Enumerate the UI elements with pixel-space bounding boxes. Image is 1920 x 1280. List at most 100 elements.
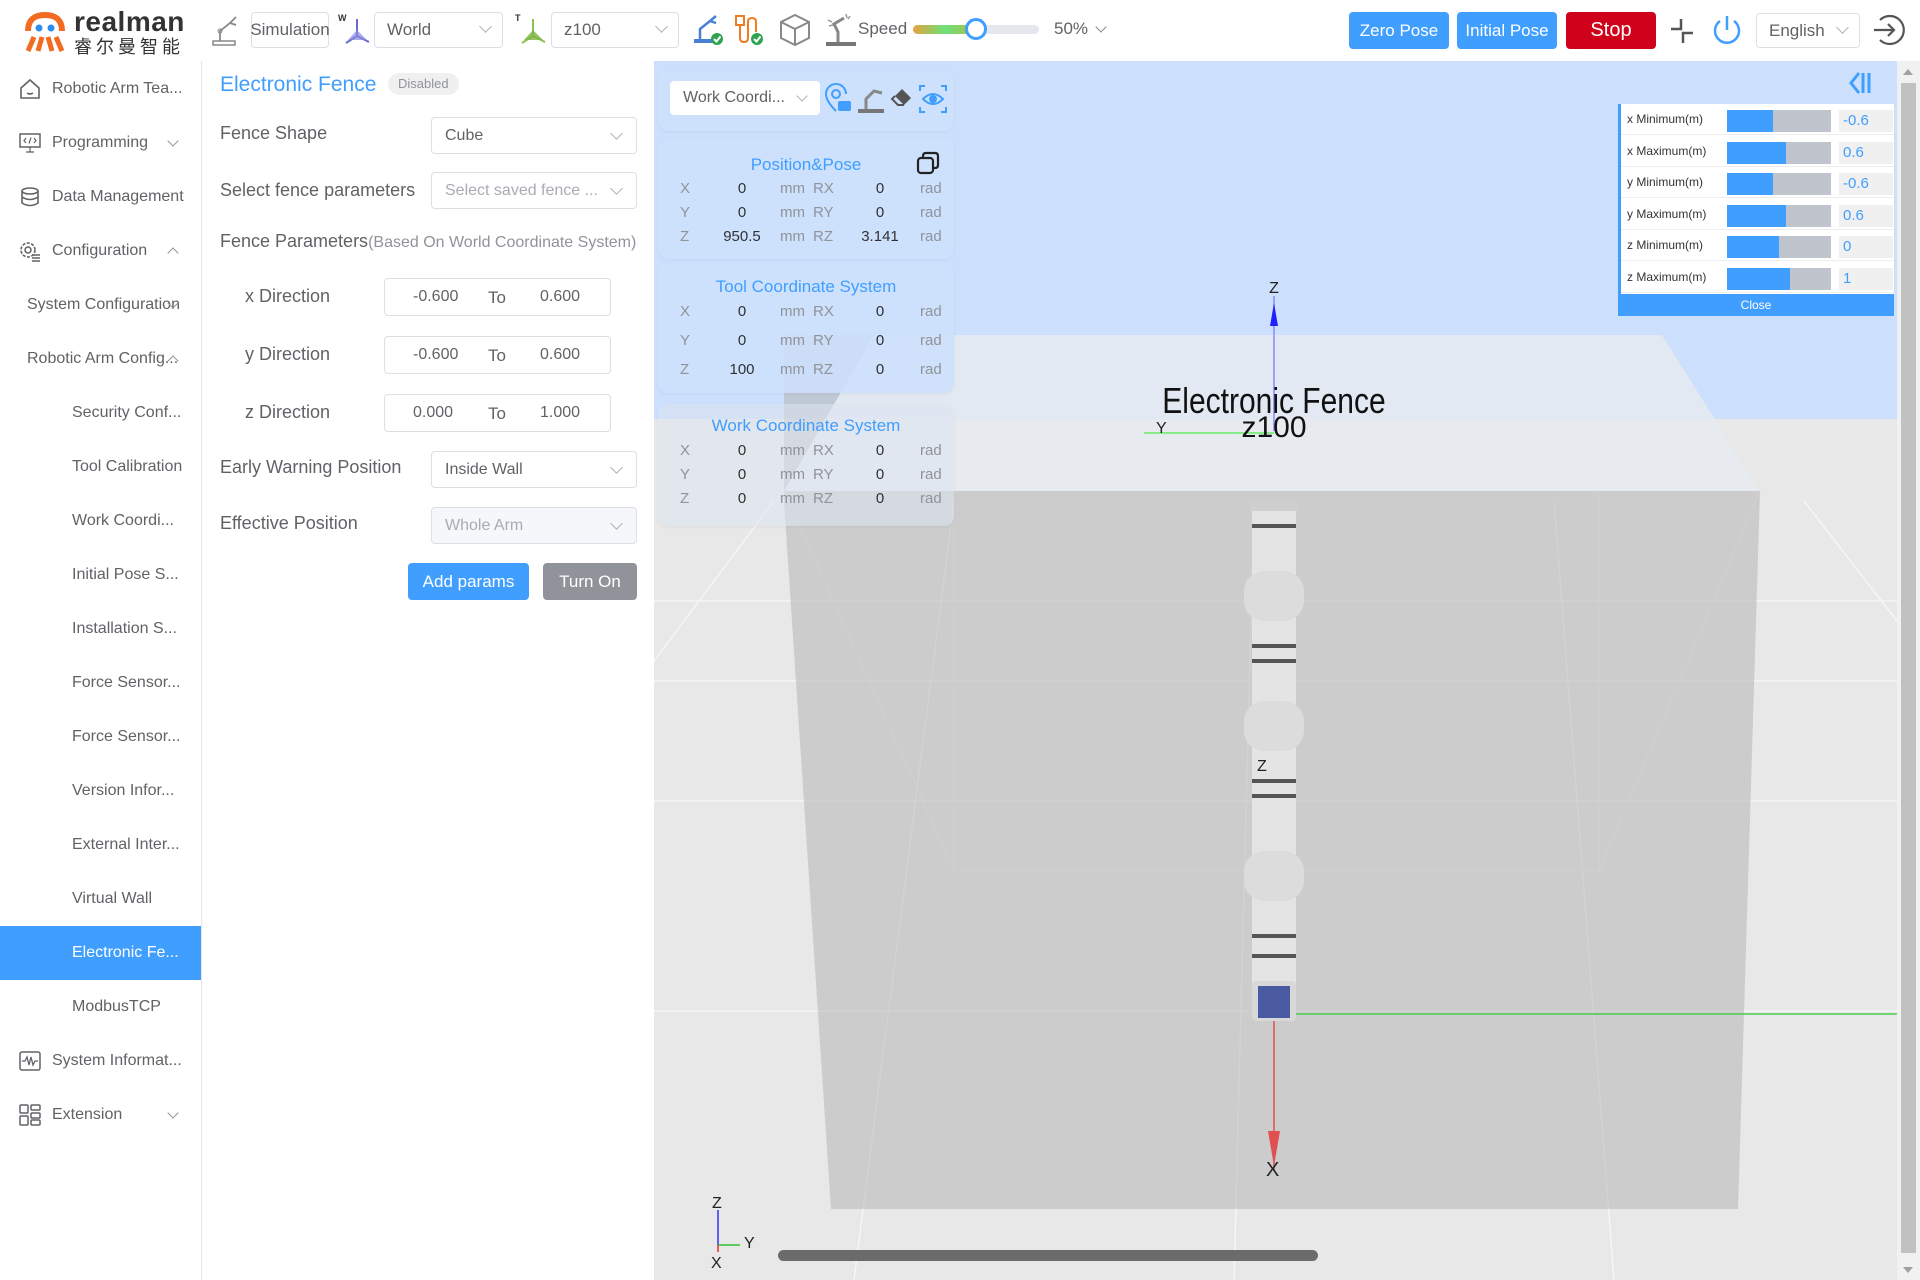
sidebar-item[interactable]: Work Coordi... [0,494,201,548]
sidebar-item[interactable]: Force Sensor... [0,710,201,764]
sidebar-item[interactable]: System Informat... [0,1034,201,1088]
realman-logo-icon [25,11,65,52]
range-min-value[interactable]: 0.000 [413,404,453,422]
sidebar-item[interactable]: Initial Pose S... [0,548,201,602]
speed-dropdown-chevron-icon[interactable] [1095,21,1107,33]
coord-raxis: RZ [813,228,833,245]
direction-range-input[interactable]: -0.600 To 0.600 [384,336,611,374]
turn-on-button[interactable]: Turn On [543,563,637,600]
range-max-value[interactable]: 0.600 [540,288,580,306]
eraser-icon[interactable] [890,85,914,111]
sidebar-item[interactable]: Extension [0,1088,201,1142]
speed-slider-handle[interactable] [965,18,987,40]
fence-shape-select[interactable]: Cube [431,117,637,154]
fence-bound-value[interactable]: 0.6 [1839,204,1893,227]
sidebar-item[interactable]: Virtual Wall [0,872,201,926]
range-max-value[interactable]: 1.000 [540,404,580,422]
coord-system-select[interactable]: Work Coordi... [670,81,820,115]
sidebar-item[interactable]: Programming [0,116,201,170]
fence-bound-value[interactable]: 0 [1839,236,1893,258]
cube-view-icon[interactable] [778,12,812,48]
sidebar-item-label: Force Sensor... [72,674,181,691]
sidebar-item[interactable]: Robotic Arm Config... [0,332,201,386]
power-icon[interactable] [1710,12,1744,48]
app-root: realman 睿尔曼智能 Simulation W World T z100 [0,0,1920,1280]
tool-coord-card: Tool Coordinate System X 0 mm RX 0 rad Y 0 mm RY 0… [658,263,954,393]
coord-rval: 0 [875,204,885,221]
sidebar-item[interactable]: Robotic Arm Tea... [0,62,201,116]
fence-bound-value[interactable]: -0.6 [1839,173,1893,195]
direction-range-input[interactable]: 0.000 To 1.000 [384,394,611,432]
tool-frame-value: z100 [564,20,601,39]
range-max-value[interactable]: 0.600 [540,346,580,364]
teach-mode-icon[interactable] [824,12,858,48]
collapse-icon[interactable] [1668,16,1696,46]
range-separator: To [488,288,506,307]
sidebar-item-label: Force Sensor... [72,728,181,745]
speed-slider[interactable] [913,18,1039,40]
tool-z-axis-arrow [1270,303,1278,326]
tool-y-axis-label: Y [1156,420,1167,437]
collapse-panel-icon[interactable] [1848,69,1874,97]
sidebar-item[interactable]: System Configuration [0,278,201,332]
copy-icon[interactable] [916,151,940,175]
fence-bound-slider[interactable] [1727,236,1831,258]
language-select[interactable]: English [1756,13,1860,48]
saved-fence-select[interactable]: Select saved fence ... [431,172,637,209]
vertical-scrollbar[interactable] [1897,61,1920,1280]
fence-bound-value[interactable]: 1 [1839,267,1893,290]
horizontal-scrollbar[interactable] [778,1250,1318,1261]
sidebar-item[interactable]: Installation S... [0,602,201,656]
add-params-button[interactable]: Add params [408,563,529,600]
work-frame-select[interactable]: World [374,12,503,48]
sidebar-item[interactable]: Force Sensor... [0,656,201,710]
scroll-down-arrow-icon[interactable] [1903,1267,1913,1273]
sidebar-item[interactable]: ModbusTCP [0,980,201,1034]
range-min-value[interactable]: -0.600 [413,346,458,364]
tool-frame-select[interactable]: z100 [551,12,679,48]
fence-bound-slider[interactable] [1727,173,1831,195]
fence-bound-value[interactable]: -0.6 [1839,110,1893,132]
early-warning-select[interactable]: Inside Wall [431,451,637,488]
fence-panel-close-button[interactable]: Close [1618,294,1894,316]
coord-val: 0 [737,180,747,197]
robot-teach-icon[interactable] [856,83,886,115]
sidebar-item[interactable]: Tool Calibration [0,440,201,494]
fence-bound-slider[interactable] [1727,204,1831,227]
mode-selector[interactable]: Simulation [250,12,330,48]
logo: realman 睿尔曼智能 [24,8,185,56]
vertical-scrollbar-thumb[interactable] [1901,83,1916,1253]
logout-icon[interactable] [1870,12,1906,48]
sidebar-item[interactable]: Data Management [0,170,201,224]
stop-button[interactable]: Stop [1566,12,1656,49]
mini-x-label: X [711,1255,722,1272]
sidebar-item[interactable]: External Inter... [0,818,201,872]
location-chat-icon[interactable] [824,83,852,115]
scroll-up-arrow-icon[interactable] [1903,69,1913,75]
direction-range-input[interactable]: -0.600 To 0.600 [384,278,611,316]
coord-val: 0 [737,303,747,320]
fence-bound-slider[interactable] [1727,110,1831,132]
sidebar-item[interactable]: Electronic Fe... [0,926,201,980]
zero-pose-button[interactable]: Zero Pose [1349,12,1449,49]
eye-view-icon[interactable] [918,83,948,115]
coord-axis: Z [680,228,690,245]
fence-bound-slider[interactable] [1727,267,1831,290]
fence-bound-value[interactable]: 0.6 [1839,141,1893,164]
initial-pose-button[interactable]: Initial Pose [1457,12,1557,49]
sidebar-item[interactable]: Version Infor... [0,764,201,818]
robot-arm-icon[interactable] [210,13,240,47]
fence-bound-slider[interactable] [1727,141,1831,164]
coord-axis: Z [680,490,690,507]
sidebar-item[interactable]: Security Conf... [0,386,201,440]
fence-params-heading: Fence Parameters(Based On World Coordina… [220,231,636,252]
robot-connected-icon[interactable] [692,12,724,46]
sidebar-item-label: ModbusTCP [72,998,161,1015]
fence-bound-row: x Maximum(m) 0.6 [1621,136,1894,167]
range-min-value[interactable]: -0.600 [413,288,458,306]
early-warning-label: Early Warning Position [220,457,402,477]
sidebar-item[interactable]: Configuration [0,224,201,278]
coord-raxis: RY [813,204,834,221]
effective-position-select[interactable]: Whole Arm [431,507,637,544]
cable-connected-icon[interactable] [733,12,765,46]
